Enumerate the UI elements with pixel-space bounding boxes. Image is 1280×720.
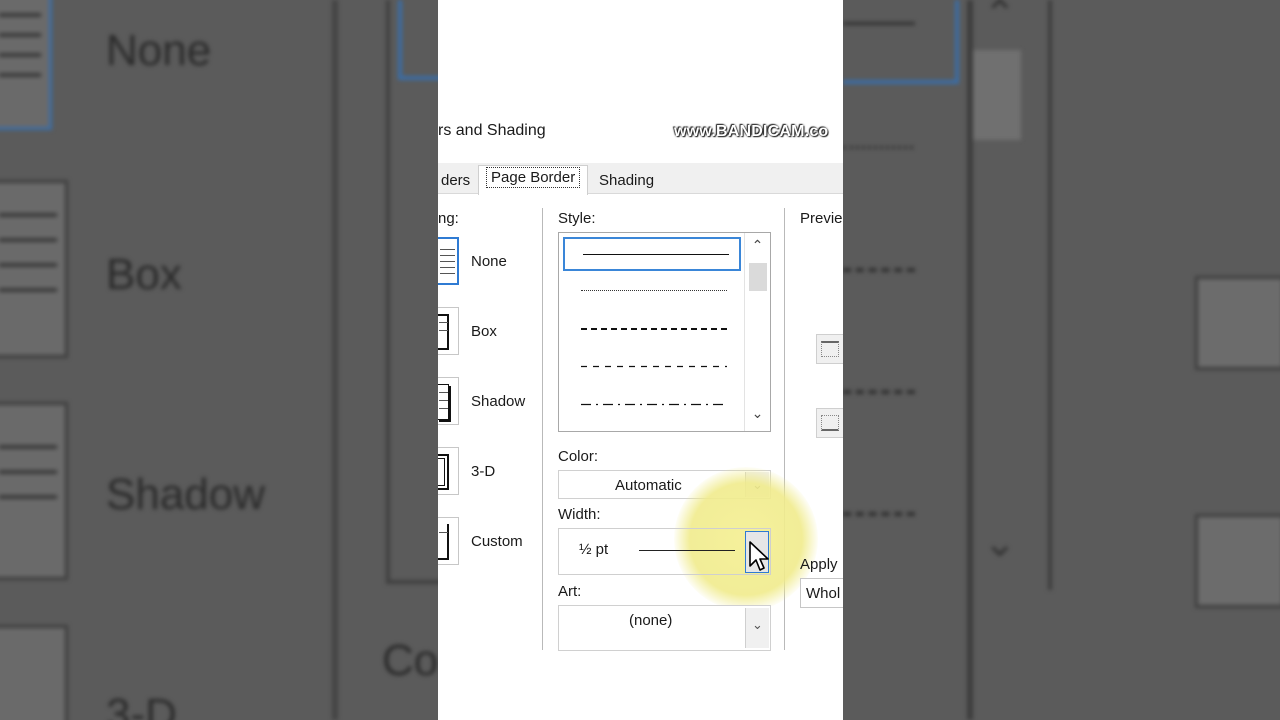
style-list[interactable]: ⌃ ⌄ — [558, 232, 771, 432]
style-item-dash-dot[interactable] — [563, 389, 741, 423]
setting-option-none[interactable]: None — [438, 237, 528, 287]
bg-box-icon — [0, 180, 68, 358]
dialog-title: rs and Shading — [438, 122, 546, 139]
scroll-down-icon[interactable]: ⌄ — [745, 405, 770, 422]
apply-to-value: Whol — [806, 585, 841, 602]
setting-option-custom[interactable]: Custom — [438, 517, 528, 567]
mouse-cursor-icon — [749, 541, 769, 571]
bg-label-none: None — [106, 26, 212, 75]
tab-page-border-label: Page Border — [486, 167, 581, 188]
tab-page-border[interactable]: Page Border — [478, 165, 589, 195]
style-item-dashed[interactable] — [563, 351, 741, 385]
dashed-small-line-sample — [581, 328, 727, 330]
style-list-scrollbar[interactable]: ⌃ ⌄ — [744, 233, 770, 431]
scroll-thumb[interactable] — [749, 263, 767, 291]
screen: None Box Shadow 3-D Co ⌃ ⌄ rs and Shadin… — [0, 0, 1280, 720]
width-value: ½ pt — [579, 541, 609, 558]
setting-option-label: None — [471, 253, 507, 270]
apply-to-label: Apply — [800, 556, 838, 573]
chevron-down-icon[interactable]: ⌄ — [745, 608, 769, 648]
apply-to-select[interactable]: Whol — [800, 578, 843, 608]
style-item-solid[interactable] — [563, 237, 741, 271]
color-label: Color: — [558, 448, 599, 465]
width-select[interactable]: ½ pt — [558, 528, 771, 575]
dotted-line-sample — [581, 290, 727, 291]
background-zoom-left: None Box Shadow 3-D Co — [0, 0, 438, 720]
tab-borders[interactable]: ders — [438, 169, 477, 194]
art-select[interactable]: (none) ⌄ — [558, 605, 771, 651]
solid-line-sample — [583, 254, 729, 255]
bottom-border-button[interactable] — [816, 408, 843, 438]
scroll-up-icon[interactable]: ⌃ — [745, 237, 770, 254]
style-item-dotted[interactable] — [563, 275, 741, 309]
setting-option-box[interactable]: Box — [438, 307, 528, 357]
column-separator — [542, 208, 543, 650]
setting-option-3d[interactable]: 3-D — [438, 447, 528, 497]
art-value: (none) — [629, 612, 673, 629]
bg-label-co: Co — [382, 636, 438, 685]
color-value: Automatic — [615, 477, 682, 494]
dash-dot-line-sample — [581, 403, 727, 406]
page-none-icon — [438, 237, 459, 285]
width-label: Width: — [558, 506, 601, 523]
setting-option-label: Custom — [471, 533, 523, 550]
background-zoom-right: ⌃ ⌄ — [843, 0, 1280, 720]
bg-3d-icon — [0, 625, 68, 720]
setting-option-label: Box — [471, 323, 497, 340]
bg-none-icon — [0, 0, 52, 130]
page-custom-icon — [438, 517, 459, 565]
page-box-icon — [438, 307, 459, 355]
setting-option-label: 3-D — [471, 463, 496, 480]
top-border-button[interactable] — [816, 334, 843, 364]
watermark: www.BANDICAM.co — [674, 123, 829, 140]
bg-label-box: Box — [106, 250, 182, 299]
setting-option-label: Shadow — [471, 393, 526, 410]
style-label: Style: — [558, 210, 596, 227]
style-item-dashed-small[interactable] — [563, 313, 741, 347]
bg-shadow-icon — [0, 402, 68, 580]
page-shadow-icon — [438, 377, 459, 425]
bg-label-3d: 3-D — [106, 690, 177, 720]
width-line-sample — [639, 550, 735, 551]
page-3d-icon — [438, 447, 459, 495]
setting-label: ng: — [438, 210, 459, 227]
preview-label: Previe — [800, 210, 843, 227]
setting-option-shadow[interactable]: Shadow — [438, 377, 528, 427]
dashed-line-sample — [581, 365, 727, 368]
borders-and-shading-dialog: rs and Shading www.BANDICAM.co ders Page… — [438, 0, 843, 720]
tab-shading[interactable]: Shading — [592, 169, 661, 194]
art-label: Art: — [558, 583, 582, 600]
bg-label-shadow: Shadow — [106, 470, 266, 519]
